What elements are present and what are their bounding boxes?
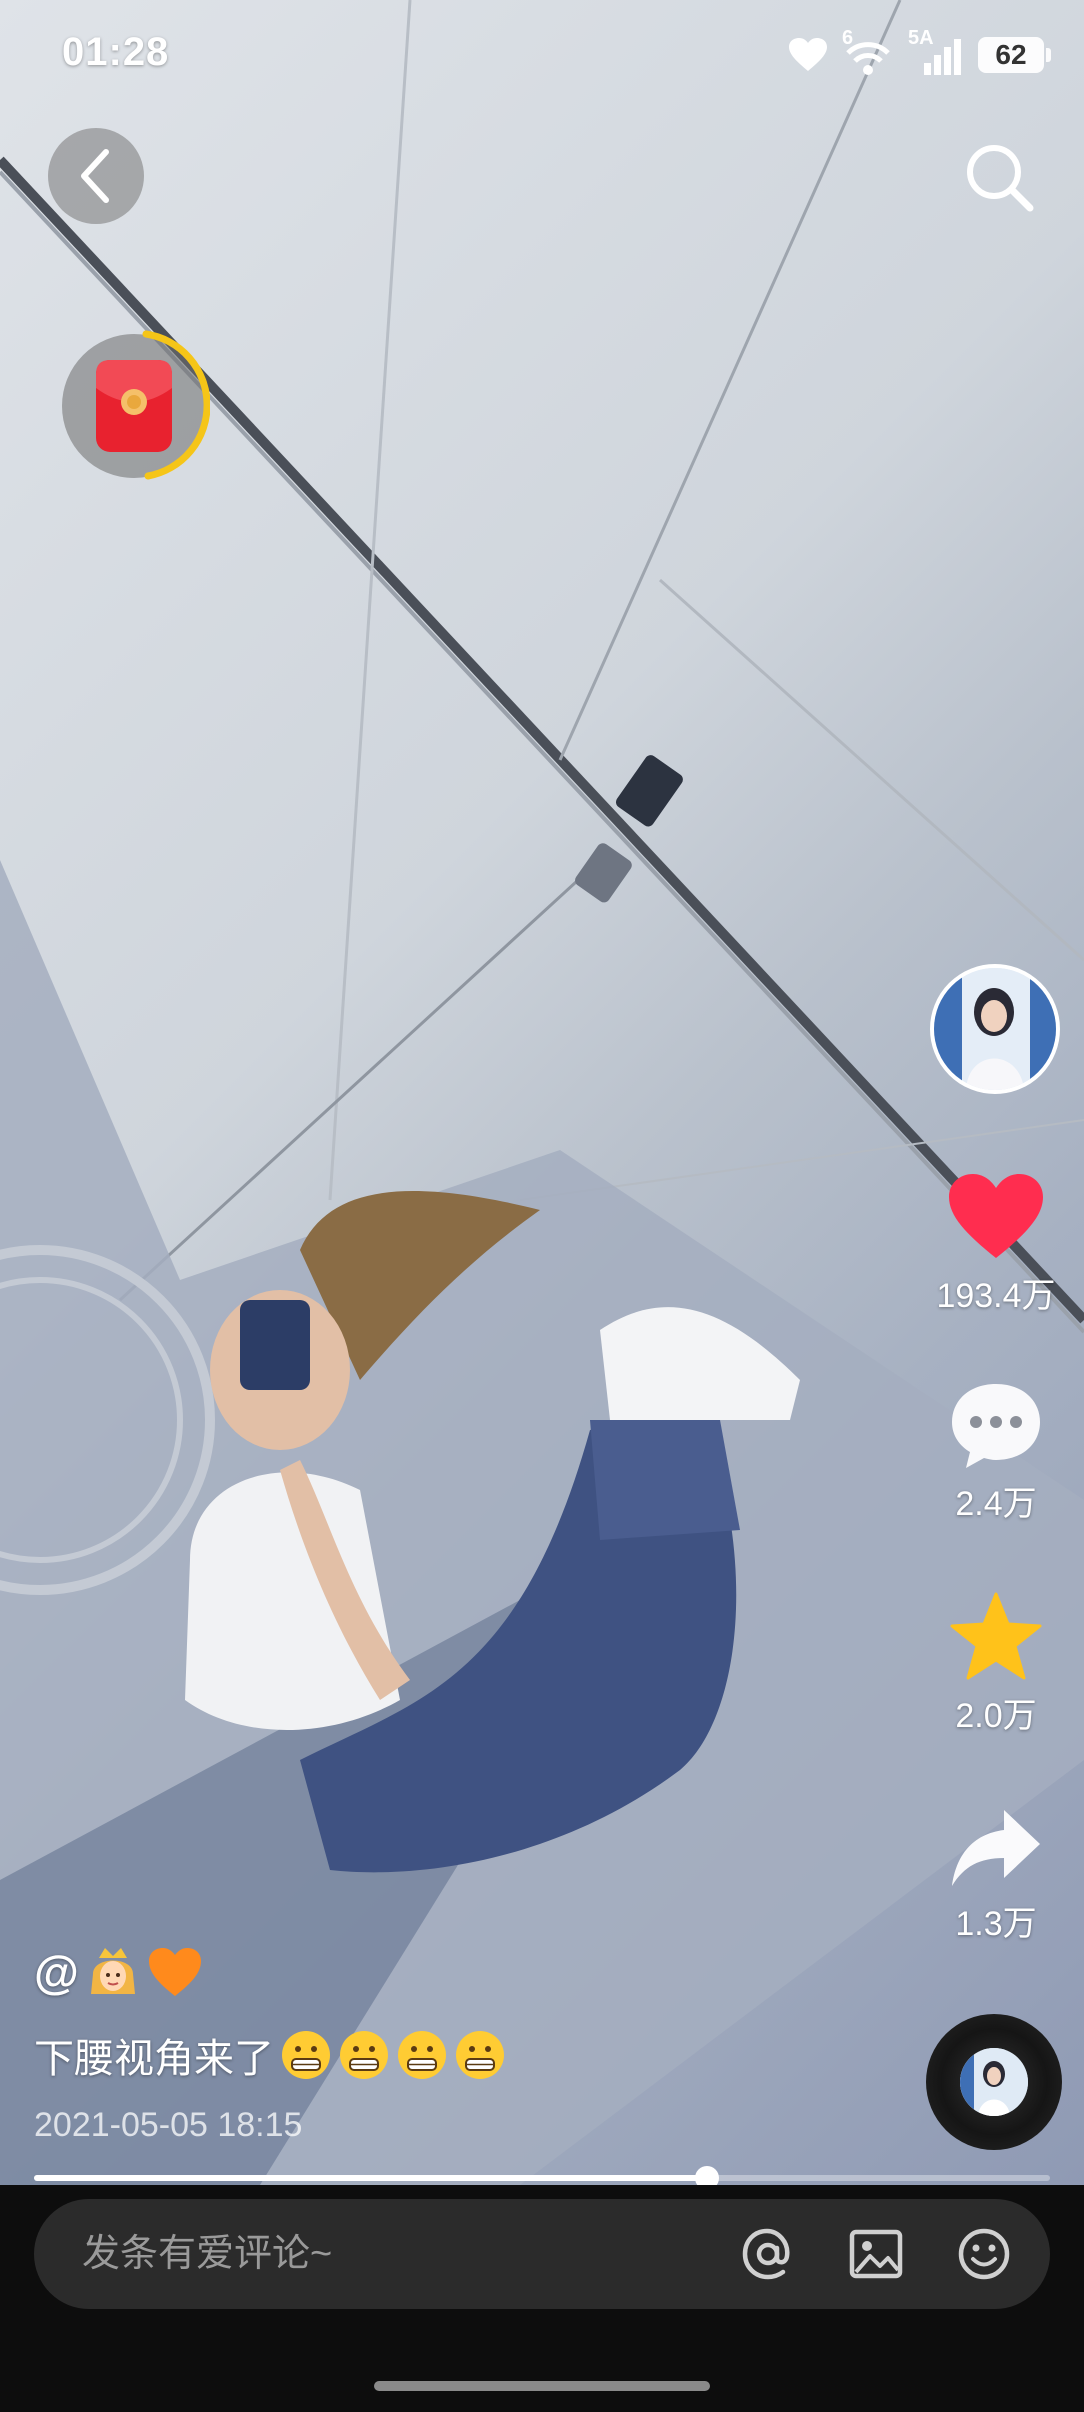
comment-action[interactable]: 2.4万 <box>926 1380 1066 1525</box>
video-frame[interactable] <box>0 0 1084 2185</box>
red-packet-timer-button[interactable] <box>58 330 210 482</box>
comment-count: 2.4万 <box>955 1485 1037 1523</box>
emoji-picker-icon[interactable] <box>956 2226 1012 2282</box>
grimacing-face-emoji-icon <box>340 2031 388 2079</box>
author-line[interactable]: @ <box>34 1942 203 2002</box>
mention-at-icon[interactable] <box>740 2226 796 2282</box>
wifi-label: 6 <box>842 27 854 49</box>
image-picker-icon[interactable] <box>848 2226 904 2282</box>
search-button[interactable] <box>962 140 1038 216</box>
chevron-left-icon <box>81 149 109 203</box>
favorite-action[interactable]: 2.0万 <box>926 1590 1066 1737</box>
wifi-icon: 6 <box>842 27 894 77</box>
like-count: 193.4万 <box>936 1277 1056 1315</box>
heart-icon <box>949 1174 1043 1258</box>
video-caption[interactable]: 下腰视角来了 <box>34 2026 506 2084</box>
battery-indicator: 62 <box>978 37 1051 73</box>
status-bar: 01:28 6 5A 62 <box>0 0 1084 110</box>
grimacing-face-emoji-icon <box>456 2031 504 2079</box>
comment-input[interactable]: 发条有爱评论~ <box>82 2199 702 2309</box>
grimacing-face-emoji-icon <box>398 2031 446 2079</box>
share-arrow-icon <box>952 1810 1040 1886</box>
music-cover-image <box>960 2048 1028 2116</box>
network-label: 5A <box>908 27 934 49</box>
author-at-sign: @ <box>34 1946 79 1998</box>
bottom-bar: 发条有爱评论~ <box>0 2185 1084 2412</box>
home-indicator[interactable] <box>374 2381 710 2391</box>
heart-status-icon <box>789 38 827 71</box>
status-time: 01:28 <box>62 30 170 74</box>
author-avatar-button[interactable] <box>930 964 1060 1094</box>
search-icon <box>967 145 1034 212</box>
back-button[interactable] <box>48 128 144 224</box>
orange-heart-emoji-icon <box>148 1948 201 1996</box>
share-count: 1.3万 <box>955 1905 1037 1943</box>
video-scene <box>0 0 1084 2185</box>
grimacing-face-emoji-icon <box>282 2031 330 2079</box>
caption-text: 下腰视角来了 <box>34 2037 274 2081</box>
video-progress-fill <box>34 2175 707 2181</box>
music-disc-button[interactable] <box>926 2014 1062 2150</box>
like-action[interactable]: 193.4万 <box>926 1172 1066 1317</box>
video-progress-bar[interactable] <box>34 2166 1050 2190</box>
star-icon <box>950 1592 1042 1680</box>
princess-emoji-icon <box>90 1948 135 1994</box>
favorite-count: 2.0万 <box>955 1697 1037 1735</box>
status-icons: 6 5A 62 <box>788 27 1051 80</box>
share-action[interactable]: 1.3万 <box>926 1806 1066 1945</box>
avatar-image <box>934 968 1056 1090</box>
comment-bubble-icon <box>952 1384 1040 1468</box>
post-date: 2021-05-05 18:15 <box>34 2106 303 2144</box>
comment-bar[interactable]: 发条有爱评论~ <box>34 2199 1050 2309</box>
cellular-signal-icon: 5A <box>908 27 964 77</box>
red-packet-icon <box>96 360 172 452</box>
